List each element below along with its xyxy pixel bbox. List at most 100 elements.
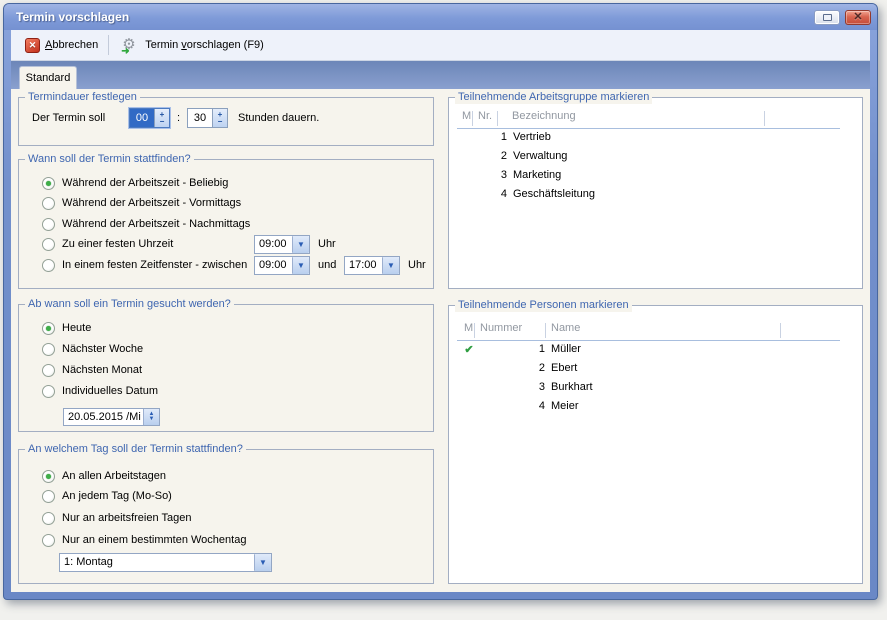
hours-spin-buttons[interactable]: +− [154, 109, 169, 127]
dropdown-arrow-icon[interactable]: ▼ [254, 554, 271, 571]
hours-value[interactable]: 00 [130, 109, 154, 127]
option-label[interactable]: Individuelles Datum [62, 385, 158, 397]
option-label[interactable]: Zu einer festen Uhrzeit [62, 238, 173, 250]
group-persons: Teilnehmende Personen markieren M Nummer… [448, 305, 863, 584]
restore-button[interactable] [814, 10, 840, 25]
dropdown-arrow-icon[interactable]: ▼ [292, 236, 309, 253]
option-label[interactable]: Nur an einem bestimmten Wochentag [62, 534, 246, 546]
header-underline [457, 340, 840, 341]
option-label[interactable]: Nächster Woche [62, 343, 143, 355]
cancel-button[interactable]: ✕ Abbrechen [19, 33, 104, 57]
group-duration-title: Termindauer festlegen [25, 90, 140, 104]
cancel-button-label: Abbrechen [45, 39, 98, 51]
nr-cell: 1 [505, 343, 545, 355]
close-icon: ✕ [853, 12, 862, 22]
dropdown-arrow-icon[interactable]: ▼ [382, 257, 399, 274]
propose-appointment-button[interactable]: ⚙ ➜ Termin vorschlagen (F9) [116, 33, 270, 57]
radio-all-workdays[interactable] [42, 470, 55, 483]
radio-today[interactable] [42, 322, 55, 335]
radio-every-day[interactable] [42, 490, 55, 503]
person-row[interactable]: 4 Meier [449, 400, 862, 419]
date-spin-buttons[interactable]: ▲▼ [143, 409, 159, 425]
radio-worktime-any[interactable] [42, 177, 55, 190]
person-row[interactable]: ✔ 1 Müller [449, 343, 862, 362]
dropdown-arrow-icon[interactable]: ▼ [292, 257, 309, 274]
option-every-day[interactable]: An jedem Tag (Mo-So) [19, 490, 433, 505]
name-cell: Geschäftsleitung [513, 188, 595, 200]
option-all-workdays[interactable]: An allen Arbeitstagen [19, 470, 433, 485]
workgroup-row[interactable]: 2 Verwaltung [449, 150, 862, 169]
hours-spinner[interactable]: 00 +− [129, 108, 170, 128]
propose-button-label: Termin vorschlagen (F9) [145, 39, 264, 51]
option-free-days[interactable]: Nur an arbeitsfreien Tagen [19, 512, 433, 527]
weekday-combobox[interactable]: 1: Montag ▼ [59, 553, 272, 572]
date-spinner-field[interactable]: 20.05.2015 /Mi ▲▼ [63, 408, 160, 426]
option-fixed-time[interactable]: Zu einer festen Uhrzeit [19, 238, 433, 253]
option-next-month[interactable]: Nächsten Monat [19, 364, 433, 379]
option-worktime-afternoon[interactable]: Während der Arbeitszeit - Nachmittags [19, 218, 433, 233]
workgroup-row[interactable]: 1 Vertrieb [449, 131, 862, 150]
person-row[interactable]: 3 Burkhart [449, 381, 862, 400]
minutes-spin-buttons[interactable]: +− [212, 109, 227, 127]
option-worktime-morning[interactable]: Während der Arbeitszeit - Vormittags [19, 197, 433, 212]
option-label[interactable]: Nur an arbeitsfreien Tagen [62, 512, 191, 524]
column-header-m[interactable]: M [462, 110, 471, 122]
radio-time-window[interactable] [42, 259, 55, 272]
option-label[interactable]: Während der Arbeitszeit - Nachmittags [62, 218, 250, 230]
option-label[interactable]: Heute [62, 322, 91, 334]
toolbar-separator [108, 35, 109, 55]
column-header-bezeichnung[interactable]: Bezeichnung [512, 110, 576, 122]
fixed-time-suffix: Uhr [318, 238, 336, 250]
person-row[interactable]: 2 Ebert [449, 362, 862, 381]
column-header-m[interactable]: M [464, 322, 473, 334]
group-workgroups-title: Teilnehmende Arbeitsgruppe markieren [455, 90, 652, 104]
toolbar: ✕ Abbrechen ⚙ ➜ Termin vorschlagen (F9) [11, 30, 870, 61]
window-to-combobox[interactable]: 17:00 ▼ [344, 256, 400, 275]
tab-standard[interactable]: Standard [19, 66, 77, 89]
option-worktime-any[interactable]: Während der Arbeitszeit - Beliebig [19, 177, 433, 192]
option-label[interactable]: Während der Arbeitszeit - Vormittags [62, 197, 241, 209]
option-label[interactable]: In einem festen Zeitfenster - zwischen [62, 259, 247, 271]
radio-fixed-time[interactable] [42, 238, 55, 251]
option-specific-weekday[interactable]: Nur an einem bestimmten Wochentag [19, 534, 433, 549]
nr-cell: 3 [505, 381, 545, 393]
name-cell: Vertrieb [513, 131, 551, 143]
nr-cell: 4 [477, 188, 507, 200]
option-next-week[interactable]: Nächster Woche [19, 343, 433, 358]
option-today[interactable]: Heute [19, 322, 433, 337]
duration-colon: : [177, 112, 180, 124]
window-title: Termin vorschlagen [16, 10, 809, 24]
header-underline [457, 128, 840, 129]
close-button[interactable]: ✕ [845, 10, 871, 25]
minutes-value[interactable]: 30 [188, 109, 212, 127]
radio-specific-weekday[interactable] [42, 534, 55, 547]
content-area: Termindauer festlegen Der Termin soll 00… [11, 89, 870, 592]
radio-worktime-afternoon[interactable] [42, 218, 55, 231]
window-from-value: 09:00 [255, 257, 292, 274]
column-header-nr[interactable]: Nr. [478, 110, 492, 122]
window-body: ✕ Abbrechen ⚙ ➜ Termin vorschlagen (F9) … [11, 30, 870, 592]
column-header-name[interactable]: Name [551, 322, 580, 334]
window-from-combobox[interactable]: 09:00 ▼ [254, 256, 310, 275]
radio-free-days[interactable] [42, 512, 55, 525]
option-label[interactable]: Während der Arbeitszeit - Beliebig [62, 177, 228, 189]
radio-next-week[interactable] [42, 343, 55, 356]
workgroup-row[interactable]: 4 Geschäftsleitung [449, 188, 862, 207]
column-header-nummer[interactable]: Nummer [480, 322, 522, 334]
radio-individual-date[interactable] [42, 385, 55, 398]
green-check-icon: ✔ [462, 343, 476, 356]
tab-band: Standard [11, 61, 870, 89]
date-value: 20.05.2015 /Mi [64, 409, 143, 425]
option-label[interactable]: Nächsten Monat [62, 364, 142, 376]
workgroup-row[interactable]: 3 Marketing [449, 169, 862, 188]
option-label[interactable]: An allen Arbeitstagen [62, 470, 166, 482]
fixed-time-combobox[interactable]: 09:00 ▼ [254, 235, 310, 254]
red-x-icon: ✕ [25, 38, 40, 53]
option-individual-date[interactable]: Individuelles Datum [19, 385, 433, 400]
minutes-spinner[interactable]: 30 +− [187, 108, 228, 128]
option-label[interactable]: An jedem Tag (Mo-So) [62, 490, 172, 502]
nr-cell: 1 [477, 131, 507, 143]
gear-green-arrow-icon: ⚙ ➜ [122, 37, 140, 54]
radio-next-month[interactable] [42, 364, 55, 377]
radio-worktime-morning[interactable] [42, 197, 55, 210]
